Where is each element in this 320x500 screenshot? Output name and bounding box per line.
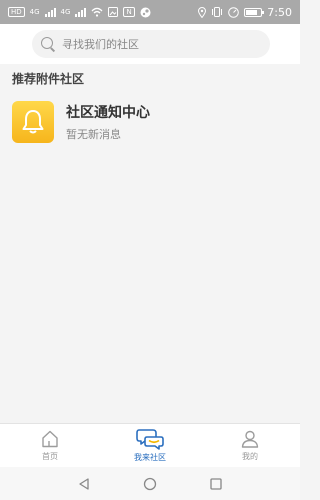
system-nav-bar bbox=[0, 467, 300, 500]
status-left: HD 4G 4G N bbox=[8, 7, 151, 18]
search-placeholder: 寻找我们的社区 bbox=[62, 38, 139, 51]
network-type-2: 4G bbox=[60, 8, 71, 16]
section-title: 推荐附件社区 bbox=[12, 72, 85, 86]
chat-bubble-icon bbox=[136, 429, 164, 450]
header: 寻找我们的社区 bbox=[0, 24, 300, 64]
steam-icon bbox=[140, 7, 151, 17]
location-icon bbox=[198, 6, 207, 18]
status-time: 7:50 bbox=[267, 5, 292, 19]
network-type-1: 4G bbox=[29, 8, 40, 16]
tab-home[interactable]: 首页 bbox=[0, 424, 100, 467]
tab-mine[interactable]: 我的 bbox=[200, 424, 300, 467]
speed-icon bbox=[228, 6, 240, 18]
hd-badge: HD bbox=[8, 7, 25, 17]
nfc-badge: N bbox=[123, 7, 135, 17]
signal-icon-2 bbox=[75, 7, 87, 17]
status-right: 7:50 bbox=[198, 6, 292, 19]
battery-icon bbox=[244, 7, 265, 17]
notification-icon-box bbox=[12, 101, 54, 143]
tab-community[interactable]: 我来社区 bbox=[100, 424, 200, 467]
search-icon bbox=[40, 36, 56, 52]
search-input[interactable]: 寻找我们的社区 bbox=[32, 30, 270, 58]
notification-texts: 社区通知中心 暂无新消息 bbox=[66, 102, 150, 142]
tab-home-label: 首页 bbox=[42, 452, 58, 461]
home-circle-icon[interactable] bbox=[143, 477, 157, 491]
status-bar: HD 4G 4G N 7:50 bbox=[0, 0, 300, 24]
notification-subtitle: 暂无新消息 bbox=[66, 128, 121, 141]
signal-icon bbox=[44, 7, 56, 17]
back-icon[interactable] bbox=[77, 477, 91, 491]
notification-title: 社区通知中心 bbox=[66, 105, 150, 121]
image-notification-icon bbox=[108, 7, 119, 17]
bell-icon bbox=[22, 110, 44, 134]
wifi-icon bbox=[91, 7, 103, 17]
user-icon bbox=[241, 430, 259, 448]
bottom-tab-bar: 首页 我来社区 我的 bbox=[0, 423, 300, 467]
vibrate-icon bbox=[212, 7, 223, 17]
home-icon bbox=[42, 430, 58, 448]
notification-center-item[interactable]: 社区通知中心 暂无新消息 bbox=[0, 92, 300, 152]
tab-community-label: 我来社区 bbox=[134, 453, 166, 462]
recent-apps-icon[interactable] bbox=[209, 477, 223, 491]
tab-mine-label: 我的 bbox=[242, 452, 258, 461]
